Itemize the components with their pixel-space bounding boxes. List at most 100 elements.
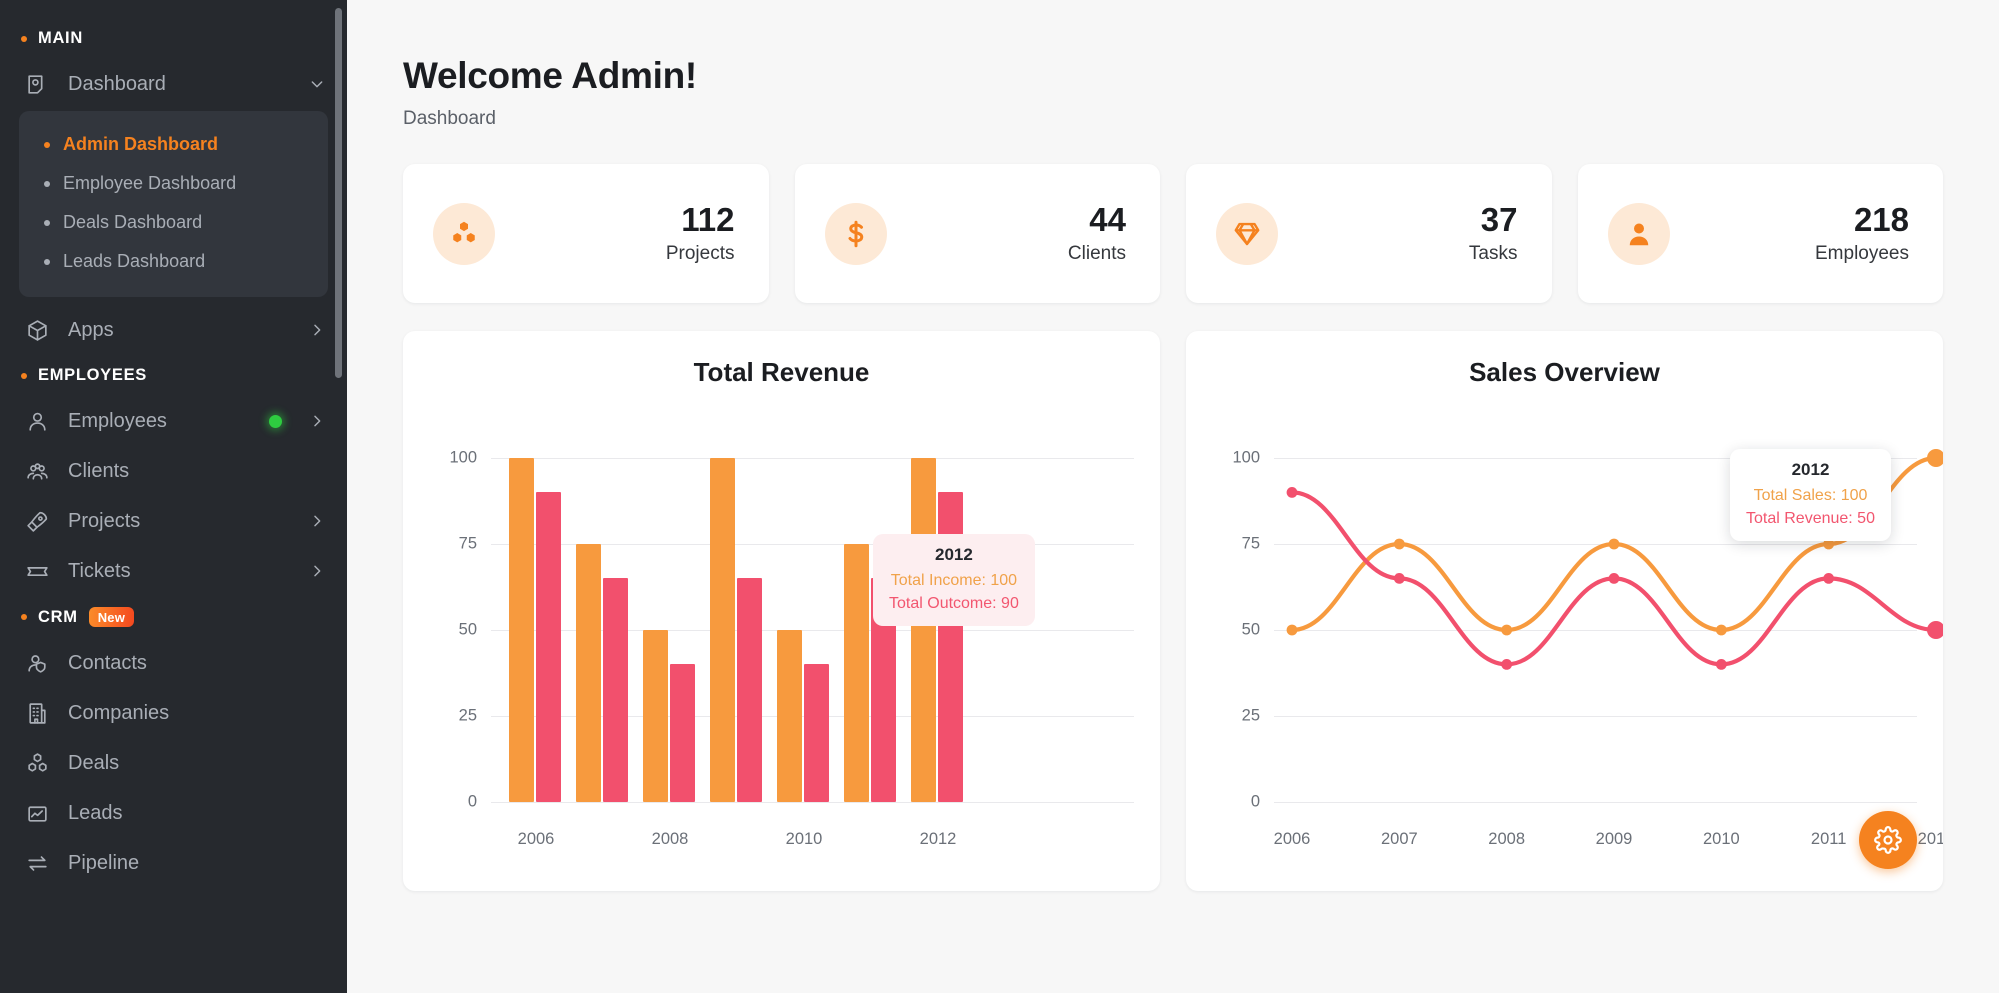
tooltip-series-1: Total Income: 100 bbox=[889, 572, 1019, 590]
boxes-icon bbox=[433, 203, 495, 265]
bar-2007-total-outcome[interactable] bbox=[603, 578, 628, 802]
sidebar-subitem-employee-dashboard[interactable]: Employee Dashboard bbox=[19, 164, 328, 203]
stat-label: Employees bbox=[1670, 243, 1910, 265]
tooltip-series-2: Total Revenue: 50 bbox=[1746, 510, 1875, 528]
bar-2010-total-outcome[interactable] bbox=[804, 664, 829, 802]
tooltip-series-2: Total Outcome: 90 bbox=[889, 595, 1019, 613]
data-point-2012-total-revenue[interactable] bbox=[1927, 621, 1943, 639]
contact-icon bbox=[24, 650, 50, 676]
y-axis-tick-label: 50 bbox=[429, 621, 477, 640]
bar-2007-total-income[interactable] bbox=[576, 544, 601, 802]
sidebar-section-label: CRM bbox=[38, 608, 78, 627]
sidebar-item-label: Pipeline bbox=[68, 852, 325, 875]
sidebar-item-deals[interactable]: Deals bbox=[0, 738, 347, 788]
sidebar-section-employees: EMPLOYEES bbox=[0, 355, 347, 396]
stat-label: Tasks bbox=[1278, 243, 1518, 265]
bar-2006-total-outcome[interactable] bbox=[536, 492, 561, 802]
sidebar-item-employees[interactable]: Employees bbox=[0, 396, 347, 446]
subitem-bullet-icon bbox=[44, 181, 50, 187]
data-point-2010-total-sales[interactable] bbox=[1716, 625, 1727, 636]
online-status-dot bbox=[269, 415, 282, 428]
gear-icon bbox=[1874, 826, 1902, 854]
bar-2011-total-income[interactable] bbox=[844, 544, 869, 802]
data-point-2012-total-sales[interactable] bbox=[1927, 449, 1943, 467]
bar-2009-total-income[interactable] bbox=[710, 458, 735, 802]
person-icon bbox=[1608, 203, 1670, 265]
subitem-bullet-icon bbox=[44, 142, 50, 148]
sidebar-subitem-label: Admin Dashboard bbox=[63, 134, 218, 155]
sidebar-item-companies[interactable]: Companies bbox=[0, 688, 347, 738]
sidebar-item-tickets[interactable]: Tickets bbox=[0, 546, 347, 596]
page-title: Welcome Admin! bbox=[403, 55, 1943, 97]
sidebar-item-contacts[interactable]: Contacts bbox=[0, 638, 347, 688]
data-point-2011-total-revenue[interactable] bbox=[1823, 573, 1834, 584]
sidebar-item-apps[interactable]: Apps bbox=[0, 305, 347, 355]
main-content: Welcome Admin! Dashboard 112Projects44Cl… bbox=[347, 0, 1999, 993]
sidebar-item-dashboard[interactable]: Dashboard bbox=[0, 59, 347, 109]
chart-row: Total Revenue 02550751002006200820102012… bbox=[403, 331, 1943, 891]
sidebar-item-leads[interactable]: Leads bbox=[0, 788, 347, 838]
sidebar-subitem-deals-dashboard[interactable]: Deals Dashboard bbox=[19, 203, 328, 242]
x-axis-tick-label: 2008 bbox=[1488, 830, 1525, 849]
settings-fab-button[interactable] bbox=[1859, 811, 1917, 869]
total-revenue-card: Total Revenue 02550751002006200820102012… bbox=[403, 331, 1160, 891]
subitem-bullet-icon bbox=[44, 259, 50, 265]
data-point-2008-total-revenue[interactable] bbox=[1501, 659, 1512, 670]
sales-overview-card: Sales Overview 0255075100200620072008200… bbox=[1186, 331, 1943, 891]
section-bullet-icon bbox=[21, 614, 27, 620]
ticket-icon bbox=[24, 558, 50, 584]
sidebar-section-crm: CRMNew bbox=[0, 596, 347, 638]
data-point-2007-total-sales[interactable] bbox=[1394, 539, 1405, 550]
sidebar-item-projects[interactable]: Projects bbox=[0, 496, 347, 546]
bar-2012-total-income[interactable] bbox=[911, 458, 936, 802]
subitem-bullet-icon bbox=[44, 220, 50, 226]
bar-2008-total-income[interactable] bbox=[643, 630, 668, 802]
bar-2010-total-income[interactable] bbox=[777, 630, 802, 802]
sidebar-subitem-admin-dashboard[interactable]: Admin Dashboard bbox=[19, 125, 328, 164]
data-point-2007-total-revenue[interactable] bbox=[1394, 573, 1405, 584]
data-point-2009-total-revenue[interactable] bbox=[1609, 573, 1620, 584]
sidebar-scrollbar[interactable] bbox=[335, 8, 342, 378]
bar-2006-total-income[interactable] bbox=[509, 458, 534, 802]
stat-card-employees[interactable]: 218 Employees bbox=[1578, 164, 1944, 303]
stat-card-tasks[interactable]: 37 Tasks bbox=[1186, 164, 1552, 303]
x-axis-tick-label: 2012 bbox=[920, 830, 957, 849]
y-axis-tick-label: 0 bbox=[429, 793, 477, 812]
sidebar-item-label: Leads bbox=[68, 802, 325, 825]
line-chart-tooltip: 2012Total Sales: 100Total Revenue: 50 bbox=[1730, 449, 1891, 541]
stat-card-projects[interactable]: 112Projects bbox=[403, 164, 769, 303]
y-axis-tick-label: 75 bbox=[429, 535, 477, 554]
stat-card-clients[interactable]: 44Clients bbox=[795, 164, 1161, 303]
section-bullet-icon bbox=[21, 373, 27, 379]
sidebar-subitem-leads-dashboard[interactable]: Leads Dashboard bbox=[19, 242, 328, 281]
x-axis-tick-label: 2006 bbox=[1274, 830, 1311, 849]
gridline bbox=[491, 458, 1134, 459]
bar-chart-tooltip: 2012 Total Income: 100 Total Outcome: 90 bbox=[873, 534, 1035, 626]
chart-title-sales-overview: Sales Overview bbox=[1212, 357, 1917, 388]
box-icon bbox=[24, 317, 50, 343]
x-axis-tick-label: 2012 bbox=[1918, 830, 1943, 849]
bar-2009-total-outcome[interactable] bbox=[737, 578, 762, 802]
stat-value: 218 bbox=[1670, 202, 1910, 238]
sidebar-item-pipeline[interactable]: Pipeline bbox=[0, 838, 347, 888]
data-point-2008-total-sales[interactable] bbox=[1501, 625, 1512, 636]
data-point-2006-total-revenue[interactable] bbox=[1287, 487, 1298, 498]
data-point-2010-total-revenue[interactable] bbox=[1716, 659, 1727, 670]
users-group-icon bbox=[24, 458, 50, 484]
line-chart-plot: 0255075100200620072008200920102011201220… bbox=[1212, 416, 1917, 816]
x-axis-tick-label: 2009 bbox=[1596, 830, 1633, 849]
tooltip-title: 2012 bbox=[889, 545, 1019, 565]
sidebar-item-label: Deals bbox=[68, 752, 325, 775]
data-point-2009-total-sales[interactable] bbox=[1609, 539, 1620, 550]
sidebar-item-label: Dashboard bbox=[68, 73, 291, 96]
bar-2008-total-outcome[interactable] bbox=[670, 664, 695, 802]
sidebar-item-label: Tickets bbox=[68, 560, 291, 583]
stat-value: 37 bbox=[1278, 202, 1518, 238]
user-icon bbox=[24, 408, 50, 434]
data-point-2006-total-sales[interactable] bbox=[1287, 625, 1298, 636]
gridline bbox=[491, 802, 1134, 803]
stat-value: 112 bbox=[495, 202, 735, 238]
chart-title-total-revenue: Total Revenue bbox=[429, 357, 1134, 388]
y-axis-tick-label: 100 bbox=[429, 449, 477, 468]
sidebar-item-clients[interactable]: Clients bbox=[0, 446, 347, 496]
